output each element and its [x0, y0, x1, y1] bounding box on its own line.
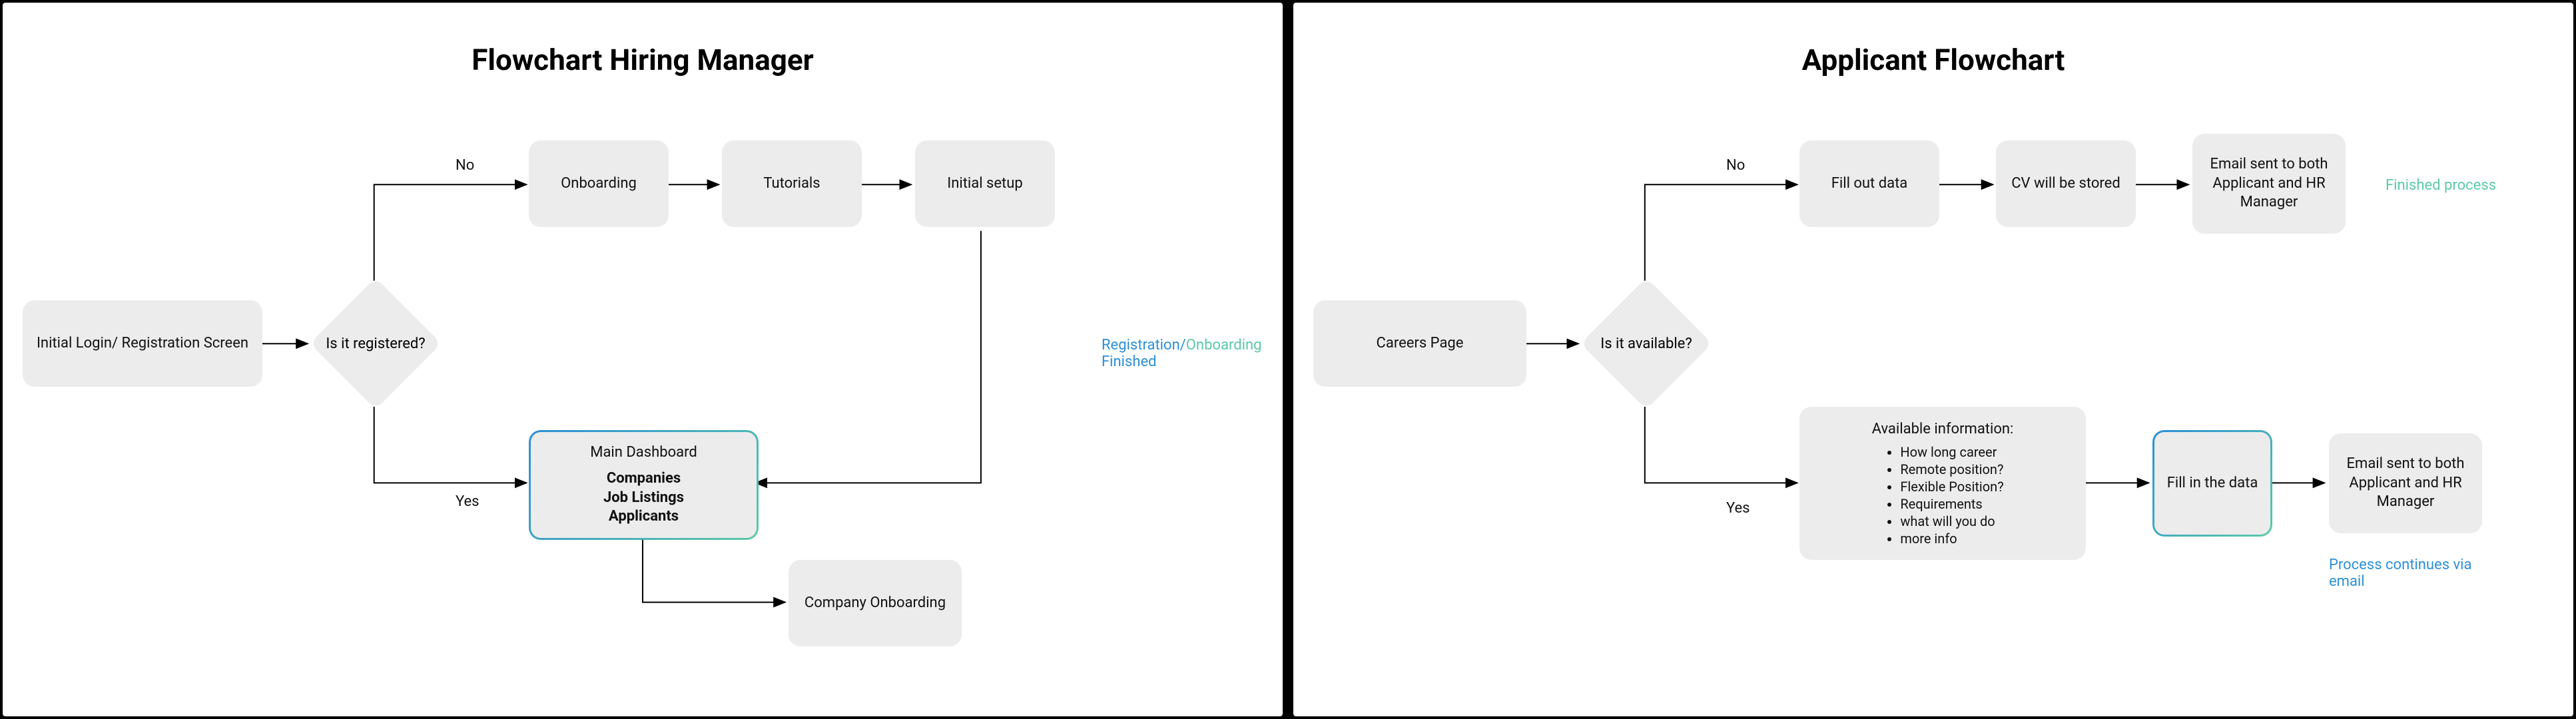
node-email-bottom: Email sent to both Applicant and HR Mana…	[2329, 433, 2482, 533]
info-list-item: more info	[1900, 530, 2003, 547]
panel-applicant: Applicant Flowchart Careers Page Is it a…	[1293, 3, 2573, 716]
title-applicant: Applicant Flowchart	[1293, 43, 2573, 77]
node-initial-setup: Initial setup	[915, 140, 1055, 227]
node-tutorials: Tutorials	[722, 140, 862, 227]
title-hiring-manager: Flowchart Hiring Manager	[3, 43, 1283, 77]
node-email-top: Email sent to both Applicant and HR Mana…	[2192, 134, 2346, 234]
decision-registered: Is it registered?	[309, 277, 442, 410]
node-company-onboarding: Company Onboarding	[789, 560, 962, 646]
node-main-dashboard-title: Main Dashboard	[590, 443, 697, 463]
node-initial-login-label: Initial Login/ Registration Screen	[37, 334, 248, 354]
annotation-process-continues-label: Process continues via email	[2329, 557, 2472, 590]
node-careers-page: Careers Page	[1313, 300, 1526, 387]
node-email-bottom-label: Email sent to both Applicant and HR Mana…	[2338, 455, 2473, 512]
info-list-item: Remote position?	[1900, 461, 2003, 478]
node-main-dashboard: Main Dashboard Companies Job Listings Ap…	[529, 430, 759, 540]
node-fill-in-data: Fill in the data	[2152, 430, 2272, 537]
info-list-item: How long career	[1900, 443, 2003, 461]
annotation-process-continues: Process continues via email	[2329, 557, 2502, 590]
annotation-registration-finished: Registration/Onboarding Finished	[1102, 337, 1283, 370]
node-onboarding-label: Onboarding	[561, 174, 637, 194]
node-cv-stored: CV will be stored	[1996, 140, 2136, 227]
annotation-finished-process: Finished process	[2386, 177, 2496, 194]
node-tutorials-label: Tutorials	[763, 174, 820, 194]
annotation-onboarding: Onboarding	[1186, 337, 1262, 354]
decision-available: Is it available?	[1580, 277, 1713, 410]
node-available-info: Available information: How long careerRe…	[1799, 407, 2086, 560]
annotation-finished: Finished	[1102, 354, 1157, 370]
decision-registered-label: Is it registered?	[326, 336, 425, 352]
annotation-registration: Registration/	[1102, 337, 1186, 354]
canvas-right: Careers Page Is it available? No Yes Fil…	[1293, 77, 2573, 676]
edge-label-yes-r: Yes	[1726, 500, 1750, 517]
info-list-item: Flexible Position?	[1900, 478, 2003, 495]
annotation-finished-process-label: Finished process	[2386, 177, 2496, 194]
info-list-item: Requirements	[1900, 495, 2003, 513]
node-available-info-title: Available information:	[1872, 420, 2014, 439]
canvas-left: Initial Login/ Registration Screen Is it…	[3, 77, 1283, 676]
node-initial-login: Initial Login/ Registration Screen	[23, 300, 262, 387]
panel-hiring-manager: Flowchart Hiring Manager Ini	[3, 3, 1283, 716]
node-onboarding: Onboarding	[529, 140, 669, 227]
info-list-item: what will you do	[1900, 513, 2003, 530]
node-careers-page-label: Careers Page	[1377, 334, 1464, 354]
node-fill-in-data-label: Fill in the data	[2167, 474, 2258, 493]
node-fill-out-data-label: Fill out data	[1831, 174, 1908, 194]
node-email-top-label: Email sent to both Applicant and HR Mana…	[2202, 155, 2336, 212]
node-cv-stored-label: CV will be stored	[2011, 174, 2120, 194]
node-main-dashboard-items: Companies Job Listings Applicants	[603, 469, 684, 527]
node-initial-setup-label: Initial setup	[947, 174, 1023, 194]
node-fill-out-data: Fill out data	[1799, 140, 1939, 227]
decision-available-label: Is it available?	[1600, 336, 1692, 352]
info-list: How long careerRemote position?Flexible …	[1881, 443, 2003, 547]
edge-label-yes: Yes	[456, 493, 480, 510]
edge-label-no-r: No	[1726, 157, 1745, 174]
edge-label-no: No	[456, 157, 474, 174]
node-company-onboarding-label: Company Onboarding	[805, 594, 946, 613]
